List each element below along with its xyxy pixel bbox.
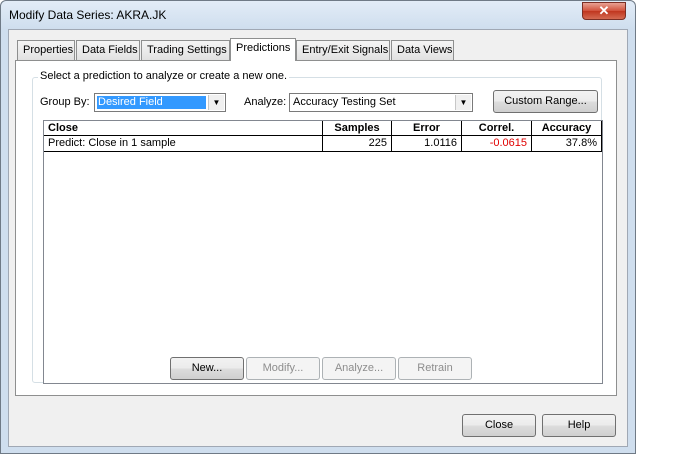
tab-data-views[interactable]: Data Views [391, 40, 454, 60]
close-button[interactable]: Close [462, 414, 536, 437]
tab-label: Entry/Exit Signals [302, 44, 389, 56]
cell-samples: 225 [323, 136, 392, 152]
analyze-value: Accuracy Testing Set [293, 96, 396, 108]
help-button[interactable]: Help [542, 414, 616, 437]
retrain-prediction-button[interactable]: Retrain [398, 357, 472, 380]
column-header-close[interactable]: Close [44, 121, 323, 136]
cell-prediction-name: Predict: Close in 1 sample [44, 136, 323, 152]
group-caption: Select a prediction to analyze or create… [38, 70, 290, 82]
title-bar: Modify Data Series: AKRA.JK ✕ [1, 1, 635, 29]
tab-label: Data Fields [82, 44, 138, 56]
dialog-client-area: Properties Data Fields Trading Settings … [8, 29, 628, 447]
custom-range-button[interactable]: Custom Range... [493, 90, 598, 113]
predictions-tab-panel: Select a prediction to analyze or create… [15, 60, 617, 396]
tab-properties[interactable]: Properties [17, 40, 75, 60]
tab-entry-exit-signals[interactable]: Entry/Exit Signals [296, 40, 390, 60]
column-header-accuracy[interactable]: Accuracy [532, 121, 602, 136]
tab-trading-settings[interactable]: Trading Settings [141, 40, 230, 60]
analyze-select[interactable]: Accuracy Testing Set ▼ [289, 93, 473, 112]
new-prediction-button[interactable]: New... [170, 357, 244, 380]
column-header-error[interactable]: Error [392, 121, 462, 136]
analyze-label: Analyze: [244, 96, 287, 108]
tab-label: Data Views [397, 44, 453, 56]
column-header-correl[interactable]: Correl. [462, 121, 532, 136]
tab-label: Properties [23, 44, 74, 56]
chevron-down-icon[interactable]: ▼ [208, 95, 224, 110]
window-title: Modify Data Series: AKRA.JK [9, 8, 167, 22]
predictions-table: Close Samples Error Correl. Accuracy Pre… [43, 120, 603, 384]
column-header-samples[interactable]: Samples [323, 121, 392, 136]
predictions-group-box: Select a prediction to analyze or create… [32, 70, 603, 384]
tab-label: Trading Settings [147, 44, 227, 56]
window-close-button[interactable]: ✕ [582, 2, 626, 20]
close-icon: ✕ [598, 3, 610, 18]
tab-label: Predictions [236, 42, 291, 54]
modify-prediction-button[interactable]: Modify... [246, 357, 320, 380]
group-by-label: Group By: [40, 96, 90, 108]
tab-predictions[interactable]: Predictions [230, 38, 296, 61]
analyze-prediction-button[interactable]: Analyze... [322, 357, 396, 380]
cell-accuracy: 37.8% [532, 136, 602, 152]
chevron-down-icon[interactable]: ▼ [455, 95, 471, 110]
group-by-select[interactable]: Desired Field ▼ [94, 93, 226, 112]
group-by-value: Desired Field [97, 96, 206, 109]
cell-correl: -0.0615 [462, 136, 532, 152]
dialog-window: Modify Data Series: AKRA.JK ✕ Properties… [0, 0, 636, 454]
tab-data-fields[interactable]: Data Fields [76, 40, 140, 60]
cell-error: 1.0116 [392, 136, 462, 152]
